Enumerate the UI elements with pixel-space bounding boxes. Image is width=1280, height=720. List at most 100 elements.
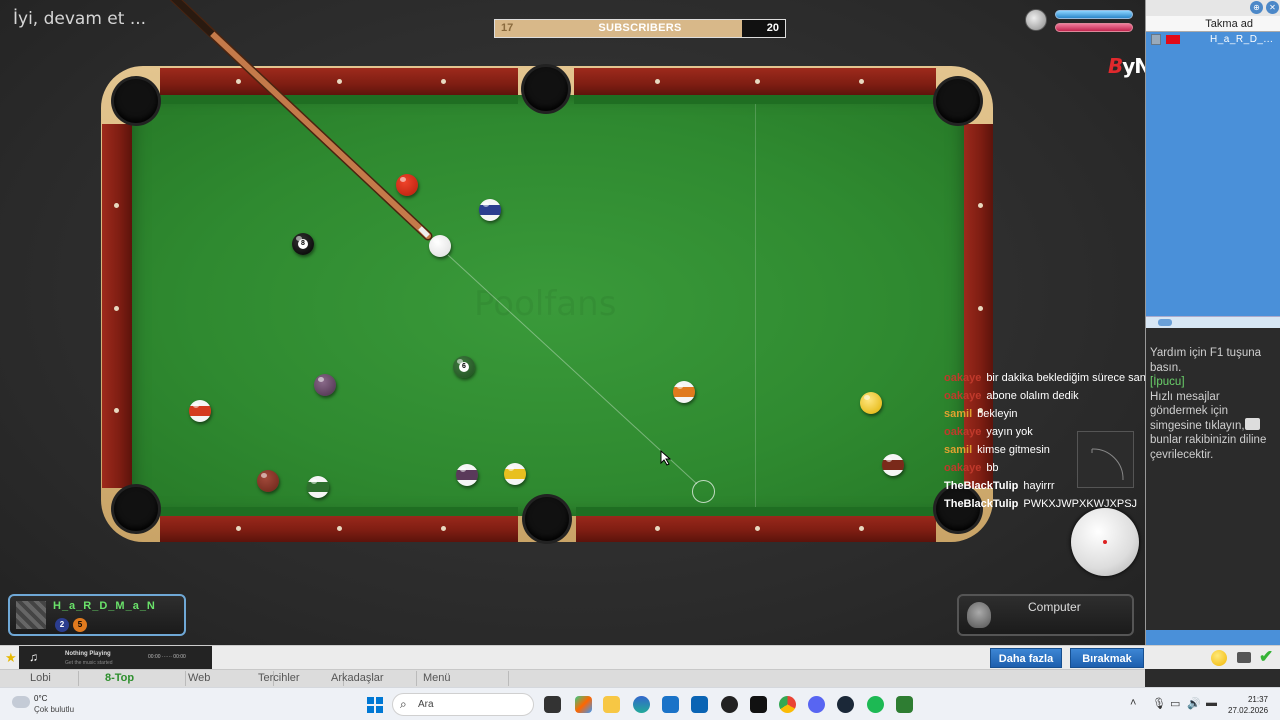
ball-purple-solid: [314, 374, 336, 396]
ball-purple-stripe: [456, 464, 478, 486]
check-icon[interactable]: ✔: [1259, 647, 1273, 667]
chat-nick: samil: [944, 444, 973, 456]
app-icon[interactable]: [721, 696, 738, 713]
chrome-icon[interactable]: [779, 696, 796, 713]
music-subtitle: Get the music started: [65, 660, 113, 666]
rail-diamond: [755, 526, 760, 531]
volume-icon[interactable]: 🔊: [1187, 697, 1201, 710]
menu-separator: [78, 671, 79, 686]
pocket-top-right: [936, 79, 980, 123]
discord-icon[interactable]: [808, 696, 825, 713]
pocket-top-left: [114, 79, 158, 123]
steam-icon[interactable]: [837, 696, 854, 713]
menu-item[interactable]: Arkadaşlar: [331, 672, 384, 684]
chevron-up-icon[interactable]: ˄: [1130, 697, 1136, 709]
scrollbar-thumb[interactable]: [1158, 319, 1172, 326]
menu-item[interactable]: Tercihler: [258, 672, 300, 684]
ball-blue-stripe: [479, 199, 501, 221]
angle-indicator[interactable]: [1077, 431, 1134, 488]
close-icon[interactable]: ✕: [1266, 1, 1279, 14]
user-list[interactable]: H_a_R_D_...: [1146, 32, 1280, 316]
quick-message-icon[interactable]: [1237, 652, 1251, 663]
menu-item[interactable]: Menü: [423, 672, 451, 684]
weather-temperature[interactable]: 0°C: [34, 694, 47, 703]
spotify-icon[interactable]: [867, 696, 884, 713]
quit-button[interactable]: Bırakmak: [1070, 648, 1144, 668]
scrollbar[interactable]: [1146, 316, 1280, 328]
pin-icon[interactable]: ⊕: [1250, 1, 1263, 14]
user-list-header[interactable]: Takma ad: [1146, 16, 1280, 32]
emoji-icon[interactable]: [1211, 650, 1227, 666]
tip-label: [İpucu]: [1150, 376, 1185, 388]
music-note-icon: ♫: [29, 650, 38, 664]
rail-diamond: [655, 526, 660, 531]
rail-diamond: [236, 79, 241, 84]
clock-date: 27.02.2026: [1228, 706, 1269, 715]
opponent-name: Computer: [1028, 600, 1081, 614]
music-widget[interactable]: ♫ Nothing Playing Get the music started …: [19, 646, 212, 670]
weather-condition[interactable]: Çok bulutlu: [34, 705, 74, 714]
spin-control-cue-ball[interactable]: [1071, 508, 1139, 576]
star-icon[interactable]: ★: [5, 650, 17, 666]
menu-item[interactable]: Web: [188, 672, 210, 684]
chat-text: bir dakika beklediğim sürece sana dayanı…: [986, 372, 1145, 384]
rail-diamond: [114, 306, 119, 311]
head-string-line: [755, 104, 756, 507]
subscribers-label: SUBSCRIBERS: [598, 22, 682, 34]
menu-separator: [508, 671, 509, 686]
flag-icon: [1166, 35, 1180, 44]
chat-nick: TheBlackTulip: [944, 480, 1019, 492]
menu-item[interactable]: Lobi: [30, 672, 51, 684]
microphone-icon[interactable]: 🎙: [1152, 697, 1166, 710]
network-icon[interactable]: ▭: [1170, 697, 1180, 710]
rail-diamond: [859, 79, 864, 84]
list-item[interactable]: H_a_R_D_...: [1146, 32, 1280, 48]
system-clock[interactable]: 21:37 27.02.2026: [1228, 694, 1268, 716]
user-status-icon: [1151, 34, 1161, 45]
task-view-icon[interactable]: [544, 696, 561, 713]
edge-icon[interactable]: [633, 696, 650, 713]
search-icon: ⌕: [400, 697, 407, 711]
more-button[interactable]: Daha fazla: [990, 648, 1062, 668]
help-line: Yardım için F1 tuşuna basın.: [1150, 347, 1262, 374]
rail-diamond: [655, 79, 660, 84]
spin-point[interactable]: [1103, 540, 1107, 544]
ball-maroon-solid: [257, 470, 279, 492]
clock-time: 21:37: [1247, 695, 1268, 704]
subscribers-goal: 20: [766, 22, 779, 34]
logo-name: yNoGame: [1122, 54, 1145, 78]
chat-nick: samil: [944, 408, 973, 420]
app-icon[interactable]: [750, 696, 767, 713]
game-area[interactable]: İyi, devam et ... 17 SUBSCRIBERS 20 ByNo…: [0, 0, 1145, 645]
chat-message: oakaye abone olalım dedik: [944, 387, 1145, 405]
taskbar-search[interactable]: ⌕ Ara: [392, 693, 534, 716]
copilot-icon[interactable]: [575, 696, 592, 713]
ball-orange-stripe: [673, 381, 695, 403]
outlook-icon[interactable]: [691, 696, 708, 713]
chat-nick: oakaye: [944, 462, 982, 474]
nickname-column-label: Takma ad: [1205, 18, 1253, 30]
user-name: H_a_R_D_...: [1210, 34, 1274, 45]
pocketed-ball-2: 2: [55, 618, 69, 632]
start-button[interactable]: [367, 697, 383, 713]
pocket-bottom-middle: [525, 497, 569, 541]
rail-diamond: [978, 203, 983, 208]
cushion: [160, 95, 518, 104]
battery-icon[interactable]: ▬: [1206, 697, 1217, 709]
weather-cloud-icon[interactable]: [12, 696, 30, 708]
cue-ball: [429, 235, 451, 257]
logo-mark: B: [1108, 54, 1123, 78]
cue-butt: [171, 0, 215, 37]
store-icon[interactable]: [662, 696, 679, 713]
ball-maroon-stripe: [882, 454, 904, 476]
subscribers-progress-bar: 17 SUBSCRIBERS 20: [494, 19, 786, 38]
robot-avatar-icon: [967, 602, 991, 628]
menu-item[interactable]: 8-Top: [105, 672, 134, 684]
file-explorer-icon[interactable]: [603, 696, 620, 713]
aim-ghost-ball: [692, 480, 715, 503]
ball-green-solid: 6: [453, 356, 475, 378]
game-app-icon[interactable]: [896, 696, 913, 713]
chat-nick: TheBlackTulip: [944, 498, 1019, 510]
windows-taskbar: 0°C Çok bulutlu ⌕ Ara ˄ 🎙 ▭ 🔊 ▬ 21:37 27…: [0, 687, 1280, 720]
pocket-top-middle: [524, 67, 568, 111]
